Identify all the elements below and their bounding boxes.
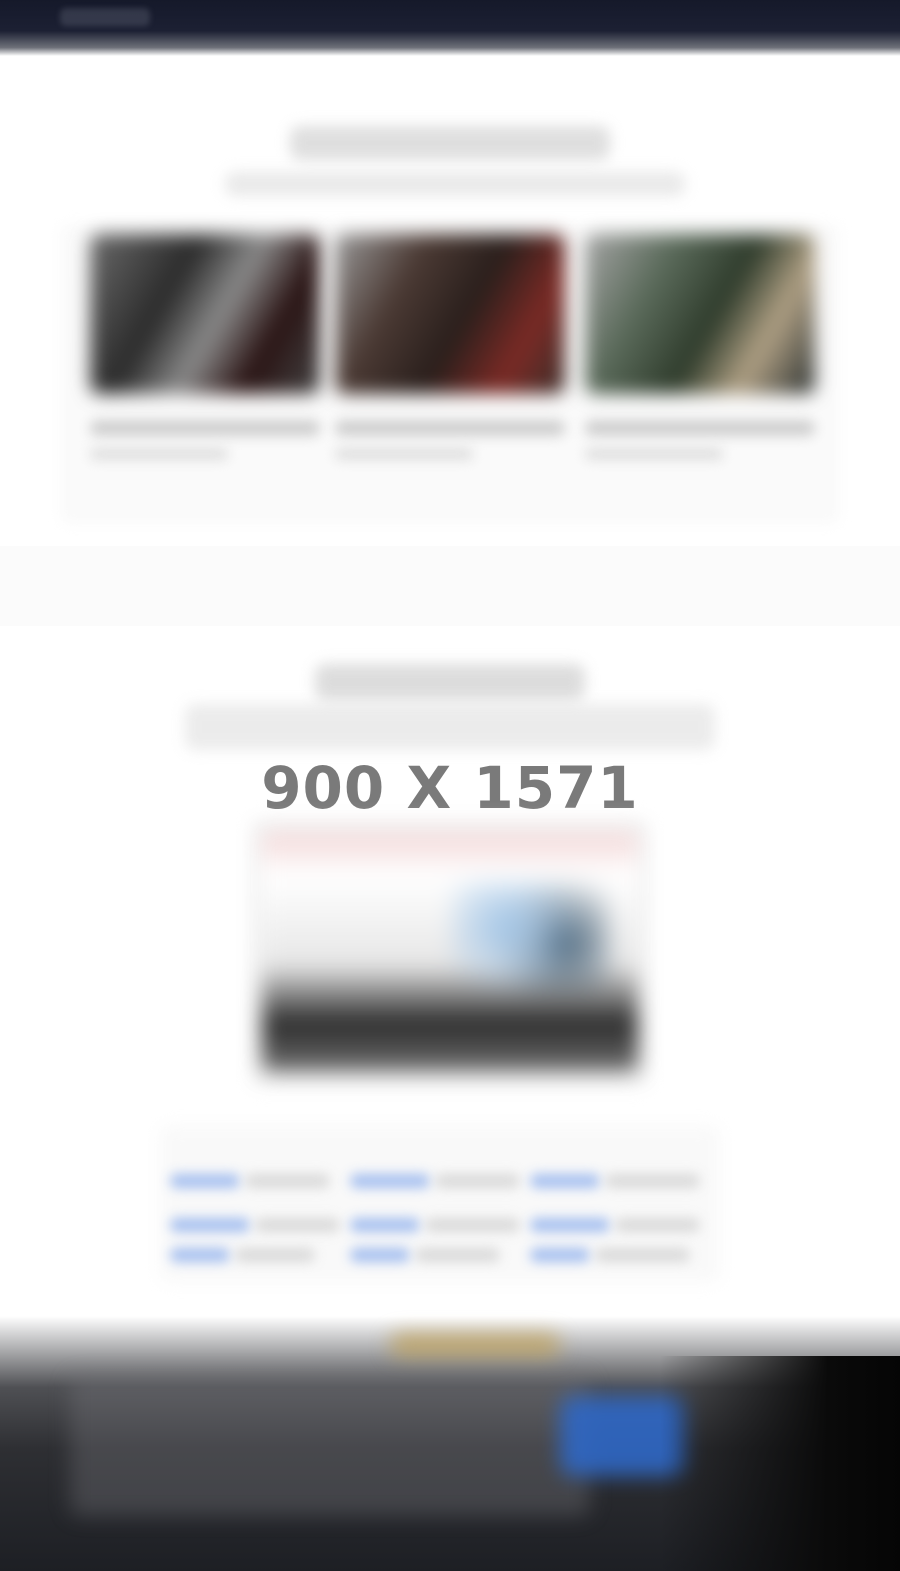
related-link[interactable] [170,1218,250,1232]
related-link[interactable] [350,1174,430,1188]
featured-section-subtitle [225,172,685,196]
footer-dark-shade [660,1356,900,1571]
feature-title [315,664,585,700]
feature-image[interactable] [262,832,638,1072]
footer-accent [390,1334,560,1356]
related-link[interactable] [530,1248,590,1262]
related-link[interactable] [350,1248,410,1262]
featured-section-title [290,126,610,160]
card-meta [90,448,228,460]
top-navigation-bar [0,0,900,56]
featured-card[interactable] [585,234,815,460]
related-link-text [615,1218,700,1232]
main-feature-section: 900 X 1571 [0,626,900,1316]
card-title[interactable] [585,420,815,436]
related-link-text [425,1218,520,1232]
section-divider-band [0,546,900,626]
card-image[interactable] [90,234,320,394]
featured-card[interactable] [90,234,320,460]
brand-logo[interactable] [60,8,150,26]
related-link-text [435,1174,520,1188]
featured-card[interactable] [335,234,565,460]
footer-links-panel [70,1376,590,1516]
related-link-text [255,1218,340,1232]
related-link[interactable] [170,1248,230,1262]
footer [0,1316,900,1571]
card-meta [585,448,723,460]
card-image[interactable] [335,234,565,394]
featured-section [0,56,900,546]
related-link[interactable] [530,1174,600,1188]
related-link[interactable] [350,1218,420,1232]
related-link-text [415,1248,500,1262]
card-image[interactable] [585,234,815,394]
card-meta [335,448,473,460]
feature-subtitle [185,704,715,750]
card-title[interactable] [90,420,320,436]
related-link-text [245,1174,330,1188]
related-link-text [595,1248,690,1262]
related-link-text [605,1174,700,1188]
related-link[interactable] [530,1218,610,1232]
card-title[interactable] [335,420,565,436]
placeholder-dimensions-label: 900 X 1571 [261,754,639,822]
related-link-text [235,1248,315,1262]
related-link[interactable] [170,1174,240,1188]
